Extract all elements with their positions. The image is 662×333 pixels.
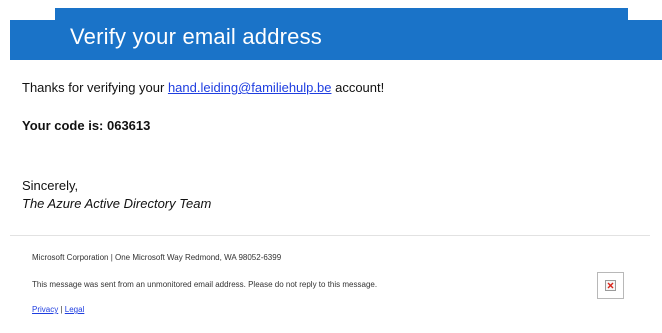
privacy-link[interactable]: Privacy xyxy=(32,305,58,314)
verification-code: Your code is: 063613 xyxy=(22,118,151,133)
email-body: Thanks for verifying your hand.leiding@f… xyxy=(22,80,642,133)
broken-x-icon xyxy=(607,282,614,289)
team-signature: The Azure Active Directory Team xyxy=(22,196,212,211)
header-title: Verify your email address xyxy=(70,24,322,49)
legal-link[interactable]: Legal xyxy=(65,305,85,314)
footer-note: This message was sent from an unmonitore… xyxy=(32,280,378,289)
footer-links: Privacy | Legal xyxy=(32,305,84,314)
email-link[interactable]: hand.leiding@familiehulp.be xyxy=(168,80,332,95)
sign-off: Sincerely, xyxy=(22,178,79,193)
broken-image-frame xyxy=(605,280,616,291)
broken-image-icon xyxy=(597,272,624,299)
thanks-prefix: Thanks for verifying your xyxy=(22,80,168,95)
footer-divider xyxy=(10,235,650,236)
email-header: Verify your email address xyxy=(10,8,662,60)
footer-address: Microsoft Corporation | One Microsoft Wa… xyxy=(32,253,282,262)
thanks-message: Thanks for verifying your hand.leiding@f… xyxy=(22,80,642,96)
thanks-suffix: account! xyxy=(331,80,385,95)
